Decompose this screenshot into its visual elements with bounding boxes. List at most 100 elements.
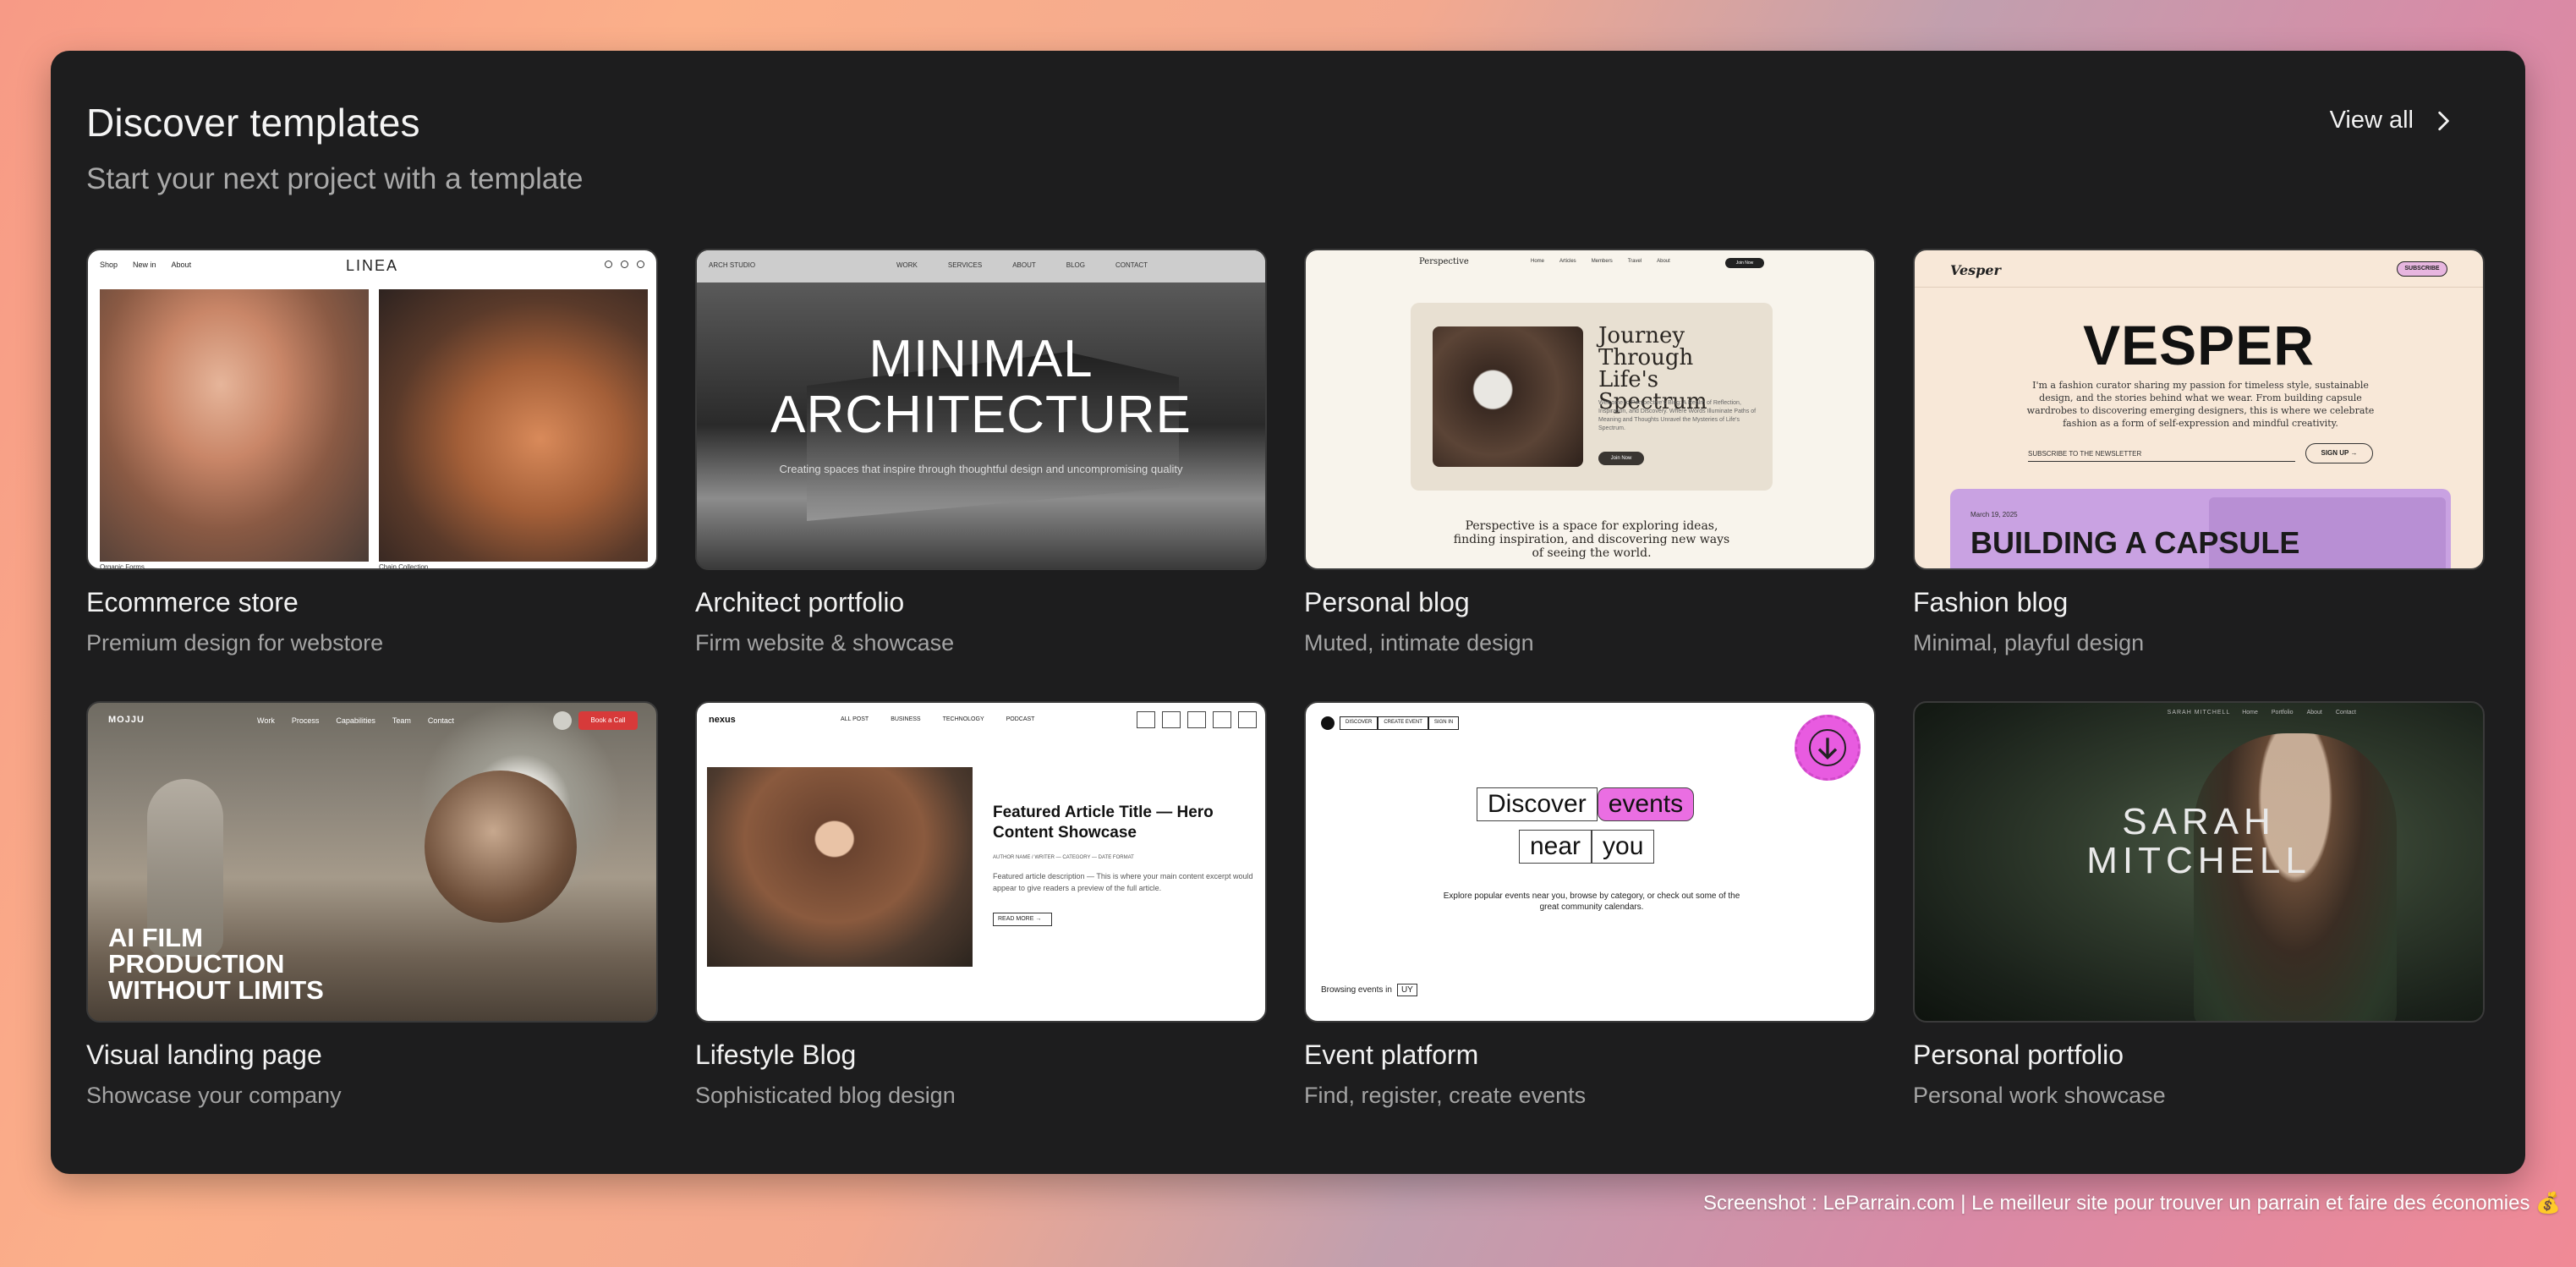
facebook-icon — [1137, 711, 1155, 728]
template-preview-event-platform[interactable]: DISCOVER CREATE EVENT SIGN IN Discover e… — [1304, 701, 1876, 1023]
preview-brand: Perspective — [1419, 257, 1469, 266]
preview-location-value: UY — [1396, 984, 1417, 996]
template-title: Lifestyle Blog — [695, 1039, 857, 1070]
preview-brand: Vesper — [1950, 262, 2001, 278]
preview-nav-item: ABOUT — [1012, 261, 1036, 269]
preview-nav-item: PODCAST — [1006, 716, 1035, 722]
preview-intro: Welcome to Perspective's Blog: A Realm o… — [1598, 400, 1757, 431]
template-description: Firm website & showcase — [695, 630, 955, 655]
preview-nav: ALL POST BUSINESS TECHNOLOGY PODCAST — [841, 716, 1034, 722]
preview-social-icons — [1137, 711, 1257, 728]
preview-headline: MINIMAL ARCHITECTURE — [770, 330, 1192, 444]
template-card-architect[interactable]: ARCH STUDIO WORK SERVICES ABOUT BLOG CON… — [695, 249, 1267, 701]
preview-nav-item: Home — [2242, 710, 2258, 716]
preview-nav-item: SERVICES — [947, 261, 983, 269]
preview-excerpt: Featured article description — This is w… — [993, 872, 1253, 892]
preview-nav-item: Capabilities — [336, 716, 375, 725]
preview-signup-button: SIGN UP → — [2305, 443, 2373, 463]
preview-nav-icons — [605, 261, 644, 268]
preview-cta: Join Now — [1725, 258, 1764, 268]
template-description: Muted, intimate design — [1304, 630, 1534, 655]
template-card-fashion-blog[interactable]: Vesper SUBSCRIBE VESPER I'm a fashion cu… — [1913, 249, 2485, 701]
preview-post-title: BUILDING A CAPSULE — [1970, 525, 2300, 560]
preview-brand: nexus — [709, 715, 736, 725]
preview-headline-row: Discover events — [1477, 787, 1695, 821]
preview-nav-item: BLOG — [1066, 261, 1085, 269]
preview-nav-item: CREATE EVENT — [1378, 716, 1428, 730]
template-preview-personal-portfolio[interactable]: SARAH MITCHELL Home Portfolio About Cont… — [1913, 701, 2485, 1023]
preview-cta: SUBSCRIBE — [2397, 261, 2447, 277]
preview-image-bracelet — [379, 289, 648, 562]
template-card-personal-blog[interactable]: Perspective Home Articles Members Travel… — [1304, 249, 1876, 701]
preview-caption: Organic Forms — [100, 563, 145, 570]
preview-headline: Featured Article Title — Hero Content Sh… — [993, 804, 1214, 842]
preview-image-desk — [1433, 326, 1583, 467]
template-card-visual-landing[interactable]: MOJJU Work Process Capabilities Team Con… — [86, 701, 658, 1154]
template-description: Minimal, playful design — [1913, 630, 2145, 655]
preview-nav-item: About — [2306, 710, 2322, 716]
preview-tagline: Creating spaces that inspire through tho… — [779, 463, 1183, 475]
search-icon — [1213, 711, 1231, 728]
preview-brand: SARAH MITCHELL — [2167, 710, 2231, 716]
preview-nav-item: Travel — [1627, 259, 1642, 264]
section-title: Discover templates — [86, 101, 420, 145]
template-preview-visual-landing[interactable]: MOJJU Work Process Capabilities Team Con… — [86, 701, 658, 1023]
preview-badge — [1795, 715, 1861, 781]
preview-nav-item: BUSINESS — [891, 716, 921, 722]
section-header: Discover templates Start your next proje… — [86, 100, 2488, 249]
preview-nav-item: CONTACT — [1115, 261, 1148, 269]
preview-post-date: March 19, 2025 — [1970, 511, 2018, 518]
template-preview-fashion-blog[interactable]: Vesper SUBSCRIBE VESPER I'm a fashion cu… — [1913, 249, 2485, 570]
preview-location-label: Browsing events in — [1321, 985, 1392, 995]
logo-icon — [1321, 716, 1335, 730]
preview-image-portrait — [100, 289, 369, 562]
preview-nav-item: Home — [1531, 259, 1545, 264]
preview-nav-item: Process — [291, 716, 320, 725]
preview-intro: I'm a fashion curator sharing my passion… — [2026, 380, 2375, 429]
template-preview-lifestyle-blog[interactable]: nexus ALL POST BUSINESS TECHNOLOGY PODCA… — [695, 701, 1267, 1023]
preview-button-label: Join Now — [1610, 456, 1632, 461]
section-subtitle: Start your next project with a template — [86, 162, 584, 195]
template-card-personal-portfolio[interactable]: SARAH MITCHELL Home Portfolio About Cont… — [1913, 701, 2485, 1154]
preview-headline-row: near you — [1519, 830, 1655, 864]
preview-brand: ARCH STUDIO — [709, 261, 756, 269]
menu-icon — [1238, 711, 1257, 728]
view-all-link[interactable]: View all — [2330, 107, 2454, 134]
preview-nav-item: SIGN IN — [1428, 716, 1460, 730]
preview-nav: Home Articles Members Travel About — [1531, 259, 1670, 264]
instagram-icon — [1187, 711, 1206, 728]
preview-nav: Vesper SUBSCRIBE — [1915, 250, 2483, 288]
preview-word: you — [1592, 830, 1655, 864]
preview-nav: Work Process Capabilities Team Contact — [257, 716, 454, 725]
template-description: Showcase your company — [86, 1083, 342, 1108]
preview-nav: DISCOVER CREATE EVENT SIGN IN — [1321, 716, 1460, 730]
template-preview-personal-blog[interactable]: Perspective Home Articles Members Travel… — [1304, 249, 1876, 570]
preview-brand: MOJJU — [108, 715, 145, 725]
preview-nav: Home Portfolio About Contact — [2242, 710, 2356, 716]
preview-headline: VESPER — [2083, 314, 2315, 376]
preview-nav-item: Work — [257, 716, 275, 725]
preview-nav-item: Members — [1591, 259, 1613, 264]
template-preview-ecommerce[interactable]: Shop New in About LINEA Organic Forms Ch… — [86, 249, 658, 570]
preview-quote: Perspective is a space for exploring ide… — [1453, 519, 1730, 560]
bag-icon — [637, 261, 644, 268]
preview-cta-label: Join Now — [1735, 261, 1754, 266]
template-preview-architect[interactable]: ARCH STUDIO WORK SERVICES ABOUT BLOG CON… — [695, 249, 1267, 570]
template-card-ecommerce[interactable]: Shop New in About LINEA Organic Forms Ch… — [86, 249, 658, 701]
view-all-label: View all — [2329, 107, 2414, 134]
template-grid: Shop New in About LINEA Organic Forms Ch… — [86, 249, 2488, 1154]
template-title: Ecommerce store — [86, 587, 299, 617]
preview-read-more: READ MORE → — [993, 913, 1052, 926]
template-title: Event platform — [1304, 1039, 1479, 1070]
template-card-event-platform[interactable]: DISCOVER CREATE EVENT SIGN IN Discover e… — [1304, 701, 1876, 1154]
templates-panel: Discover templates Start your next proje… — [51, 51, 2525, 1174]
template-description: Find, register, create events — [1304, 1083, 1587, 1108]
preview-hero-box: Journey Through Life's Spectrum Welcome … — [1411, 303, 1773, 491]
preview-word: near — [1519, 830, 1592, 864]
heart-icon — [621, 261, 628, 268]
preview-nav-item: About — [1657, 259, 1670, 264]
preview-nav-item: DISCOVER — [1340, 716, 1378, 730]
preview-meta: AUTHOR NAME / WRITER — CATEGORY — DATE F… — [993, 855, 1134, 860]
preview-word: Discover — [1477, 787, 1598, 821]
template-card-lifestyle-blog[interactable]: nexus ALL POST BUSINESS TECHNOLOGY PODCA… — [695, 701, 1267, 1154]
